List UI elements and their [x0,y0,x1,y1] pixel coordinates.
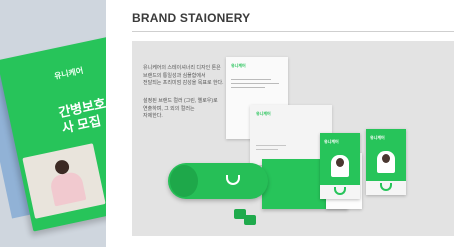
letterhead-text-line [231,79,271,80]
letterhead-logo: 유니케어 [231,63,246,68]
poster-tube [168,163,268,199]
stationery-mockup: 유니케어의 스테이셔너리 디자인 톤은 브랜드의 통일성과 심플함에서 전달되는… [132,41,454,236]
letterhead-text-line [231,83,279,84]
id-card: 유니케어 [366,129,406,195]
photo-person-body [48,170,87,207]
tube-cap [170,165,198,197]
brand-symbol-icon [380,183,392,191]
binder-clip [244,215,256,225]
mockup-paragraph-1: 유니케어의 스테이셔너리 디자인 톤은 브랜드의 통일성과 심플함에서 전달되는… [143,65,224,86]
id-card-footer [366,181,406,195]
envelope-logo: 유니케어 [256,111,271,116]
letterhead-text-line [231,87,265,88]
id-card-photo [331,155,349,177]
brand-symbol-icon [226,175,240,185]
title-divider [132,31,454,32]
brochure-image: 유니케어 간병보호사 모집 [0,0,106,247]
envelope-text-line [256,149,278,150]
envelope-text-line [256,145,286,146]
mockup-paragraph-2: 설정된 브랜드 컬러 (그린, 옐로우)로 연출하며, 그 외의 컬러는 자제한… [143,98,218,119]
id-card-brand: 유니케어 [324,139,339,144]
section-title: BRAND STAIONERY [132,11,251,25]
id-card-photo [377,151,395,173]
id-card-face [336,158,344,167]
id-card: 유니케어 [320,133,360,199]
brand-symbol-icon [334,187,346,195]
id-card-face [382,154,390,163]
id-card-footer [320,185,360,199]
id-card-brand: 유니케어 [370,135,385,140]
